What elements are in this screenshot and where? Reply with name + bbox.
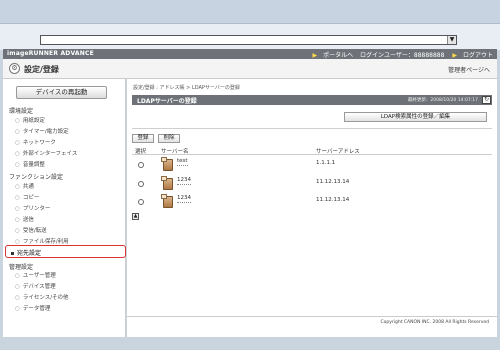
- bullet-icon: ○: [15, 295, 20, 301]
- sidebar-item-label: ライセンス/その他: [22, 295, 69, 301]
- page-title: 設定/登録: [24, 65, 59, 74]
- server-icon: [161, 194, 175, 209]
- table-row[interactable]: test 1.1.1.1: [132, 156, 492, 174]
- last-updated: 最終更新：2008/10/20 14:07:17: [407, 98, 478, 103]
- sidebar-item-user-mgmt[interactable]: ○ ユーザー管理: [15, 271, 56, 279]
- settings-icon: ⚙: [9, 63, 20, 74]
- sidebar-item-destination[interactable]: 宛先設定: [5, 245, 126, 258]
- server-address: 11.12.13.14: [316, 179, 350, 185]
- logout-arrow-icon: ▶: [452, 52, 457, 59]
- bullet-icon: ○: [15, 129, 20, 135]
- server-address: 11.12.13.14: [316, 197, 350, 203]
- col-server-address: サーバーアドレス: [316, 149, 360, 155]
- bullet-icon: ○: [15, 151, 20, 157]
- sidebar-item-label: ユーザー管理: [22, 273, 56, 279]
- sidebar-item-common[interactable]: ○ 共通: [15, 182, 34, 190]
- col-select: 選択: [135, 149, 147, 155]
- to-management-link[interactable]: 管理者ページへ: [448, 65, 490, 74]
- sidebar-item-label: ネットワーク: [22, 140, 56, 146]
- bullet-icon: ○: [15, 195, 20, 201]
- bullet-icon: ○: [15, 162, 20, 168]
- sidebar-item-interface[interactable]: ○ 外部インターフェイス: [15, 149, 77, 157]
- nav-group-management: 管理設定: [9, 264, 34, 271]
- scroll-top-icon[interactable]: ▲: [132, 213, 139, 220]
- table-row[interactable]: 1234 11.12.13.14: [132, 193, 492, 211]
- col-server-name: サーバー名: [161, 149, 189, 155]
- sidebar-item-label: 受信/転送: [22, 228, 47, 234]
- browser-toolbar: [0, 0, 500, 24]
- server-name-link[interactable]: test: [177, 158, 188, 166]
- sidebar-item-volume[interactable]: ○ 音量調整: [15, 160, 45, 168]
- sidebar-item-file-store[interactable]: ○ ファイル保存/利用: [15, 237, 69, 245]
- sidebar: デバイスの再起動 環境設定 ○ 用紙設定 ○ タイマー/電力設定 ○ ネットワーク ○…: [3, 79, 126, 337]
- nav-group-environment: 環境設定: [9, 108, 34, 115]
- sidebar-item-label: 外部インターフェイス: [22, 151, 78, 157]
- portal-link[interactable]: ポータルへ: [323, 52, 353, 59]
- sidebar-item-label: 用紙設定: [22, 118, 45, 124]
- sidebar-item-label: プリンター: [22, 206, 51, 212]
- panel-header: LDAPサーバーの登録 最終更新：2008/10/20 14:07:17 ↻: [132, 95, 492, 105]
- bullet-icon: ○: [15, 228, 20, 234]
- server-name-link[interactable]: 1234: [177, 195, 191, 203]
- sidebar-item-network[interactable]: ○ ネットワーク: [15, 138, 56, 146]
- selected-bullet-icon: [11, 252, 14, 255]
- row-radio[interactable]: [138, 162, 144, 168]
- copyright: Copyright CANON INC. 2008 All Rights Res…: [380, 320, 489, 325]
- sidebar-item-receive[interactable]: ○ 受信/転送: [15, 226, 47, 234]
- bullet-icon: ○: [15, 118, 20, 124]
- bullet-icon: ○: [15, 273, 20, 279]
- app-header: imageRUNNER ADVANCE ▶ ポータルへ ログインユーザー：8888…: [3, 49, 497, 59]
- sidebar-item-send[interactable]: ○ 送信: [15, 215, 34, 223]
- sidebar-item-label: 共通: [22, 184, 34, 190]
- restart-device-button[interactable]: デバイスの再起動: [16, 86, 107, 99]
- row-radio[interactable]: [138, 181, 144, 187]
- divider: [132, 128, 492, 129]
- bullet-icon: ○: [15, 306, 20, 312]
- server-icon: [161, 157, 175, 172]
- sidebar-item-printer[interactable]: ○ プリンター: [15, 204, 50, 212]
- login-user: ログインユーザー：88888888: [360, 52, 445, 59]
- sidebar-item-data-mgmt[interactable]: ○ データ管理: [15, 304, 50, 312]
- server-icon: [161, 176, 175, 191]
- sidebar-item-label: 音量調整: [22, 162, 45, 168]
- sidebar-item-label: 送信: [22, 217, 34, 223]
- ldap-attr-button[interactable]: LDAP検索属性の登録／編集: [344, 112, 487, 122]
- table-row[interactable]: 1234 11.12.13.14: [132, 175, 492, 193]
- title-bar: ⚙ 設定/登録 管理者ページへ: [3, 59, 497, 79]
- portal-arrow-icon: ▶: [312, 52, 318, 59]
- bullet-icon: ○: [15, 140, 20, 146]
- sidebar-item-license[interactable]: ○ ライセンス/その他: [15, 293, 69, 301]
- sidebar-item-device-mgmt[interactable]: ○ デバイス管理: [15, 282, 56, 290]
- bullet-icon: ○: [15, 217, 20, 223]
- header-links: ▶ ポータルへ ログインユーザー：88888888 ▶ ログアウト: [306, 50, 493, 59]
- sidebar-item-paper[interactable]: ○ 用紙設定: [15, 116, 45, 124]
- row-radio[interactable]: [138, 199, 144, 205]
- bullet-icon: ○: [15, 284, 20, 290]
- sidebar-item-label: タイマー/電力設定: [22, 129, 69, 135]
- sidebar-item-timer[interactable]: ○ タイマー/電力設定: [15, 127, 69, 135]
- nav-group-function: ファンクション設定: [9, 174, 64, 181]
- sidebar-item-label: 宛先設定: [17, 250, 42, 257]
- logout-link[interactable]: ログアウト: [463, 52, 493, 59]
- server-address: 1.1.1.1: [316, 160, 336, 166]
- delete-button[interactable]: 削除: [158, 134, 180, 143]
- sidebar-item-copy[interactable]: ○ コピー: [15, 193, 39, 201]
- main-content: 設定/登録 : アドレス帳 > LDAPサーバーの登録 LDAPサーバーの登録 …: [127, 79, 497, 316]
- sidebar-item-label: コピー: [22, 195, 40, 201]
- address-bar[interactable]: ▼: [40, 35, 457, 45]
- brand-logo: imageRUNNER ADVANCE: [7, 50, 94, 57]
- sidebar-item-label: デバイス管理: [22, 284, 56, 290]
- address-dropdown-icon[interactable]: ▼: [447, 36, 456, 44]
- table-header: 選択 サーバー名 サーバーアドレス: [132, 146, 492, 155]
- sidebar-item-label: データ管理: [22, 306, 51, 312]
- footer: Copyright CANON INC. 2008 All Rights Res…: [127, 316, 497, 337]
- breadcrumb: 設定/登録 : アドレス帳 > LDAPサーバーの登録: [133, 85, 240, 91]
- bullet-icon: ○: [15, 206, 20, 212]
- register-button[interactable]: 登録: [132, 134, 154, 143]
- server-name-link[interactable]: 1234: [177, 177, 191, 185]
- refresh-icon[interactable]: ↻: [482, 96, 491, 104]
- panel-title: LDAPサーバーの登録: [137, 98, 197, 105]
- bullet-icon: ○: [15, 184, 20, 190]
